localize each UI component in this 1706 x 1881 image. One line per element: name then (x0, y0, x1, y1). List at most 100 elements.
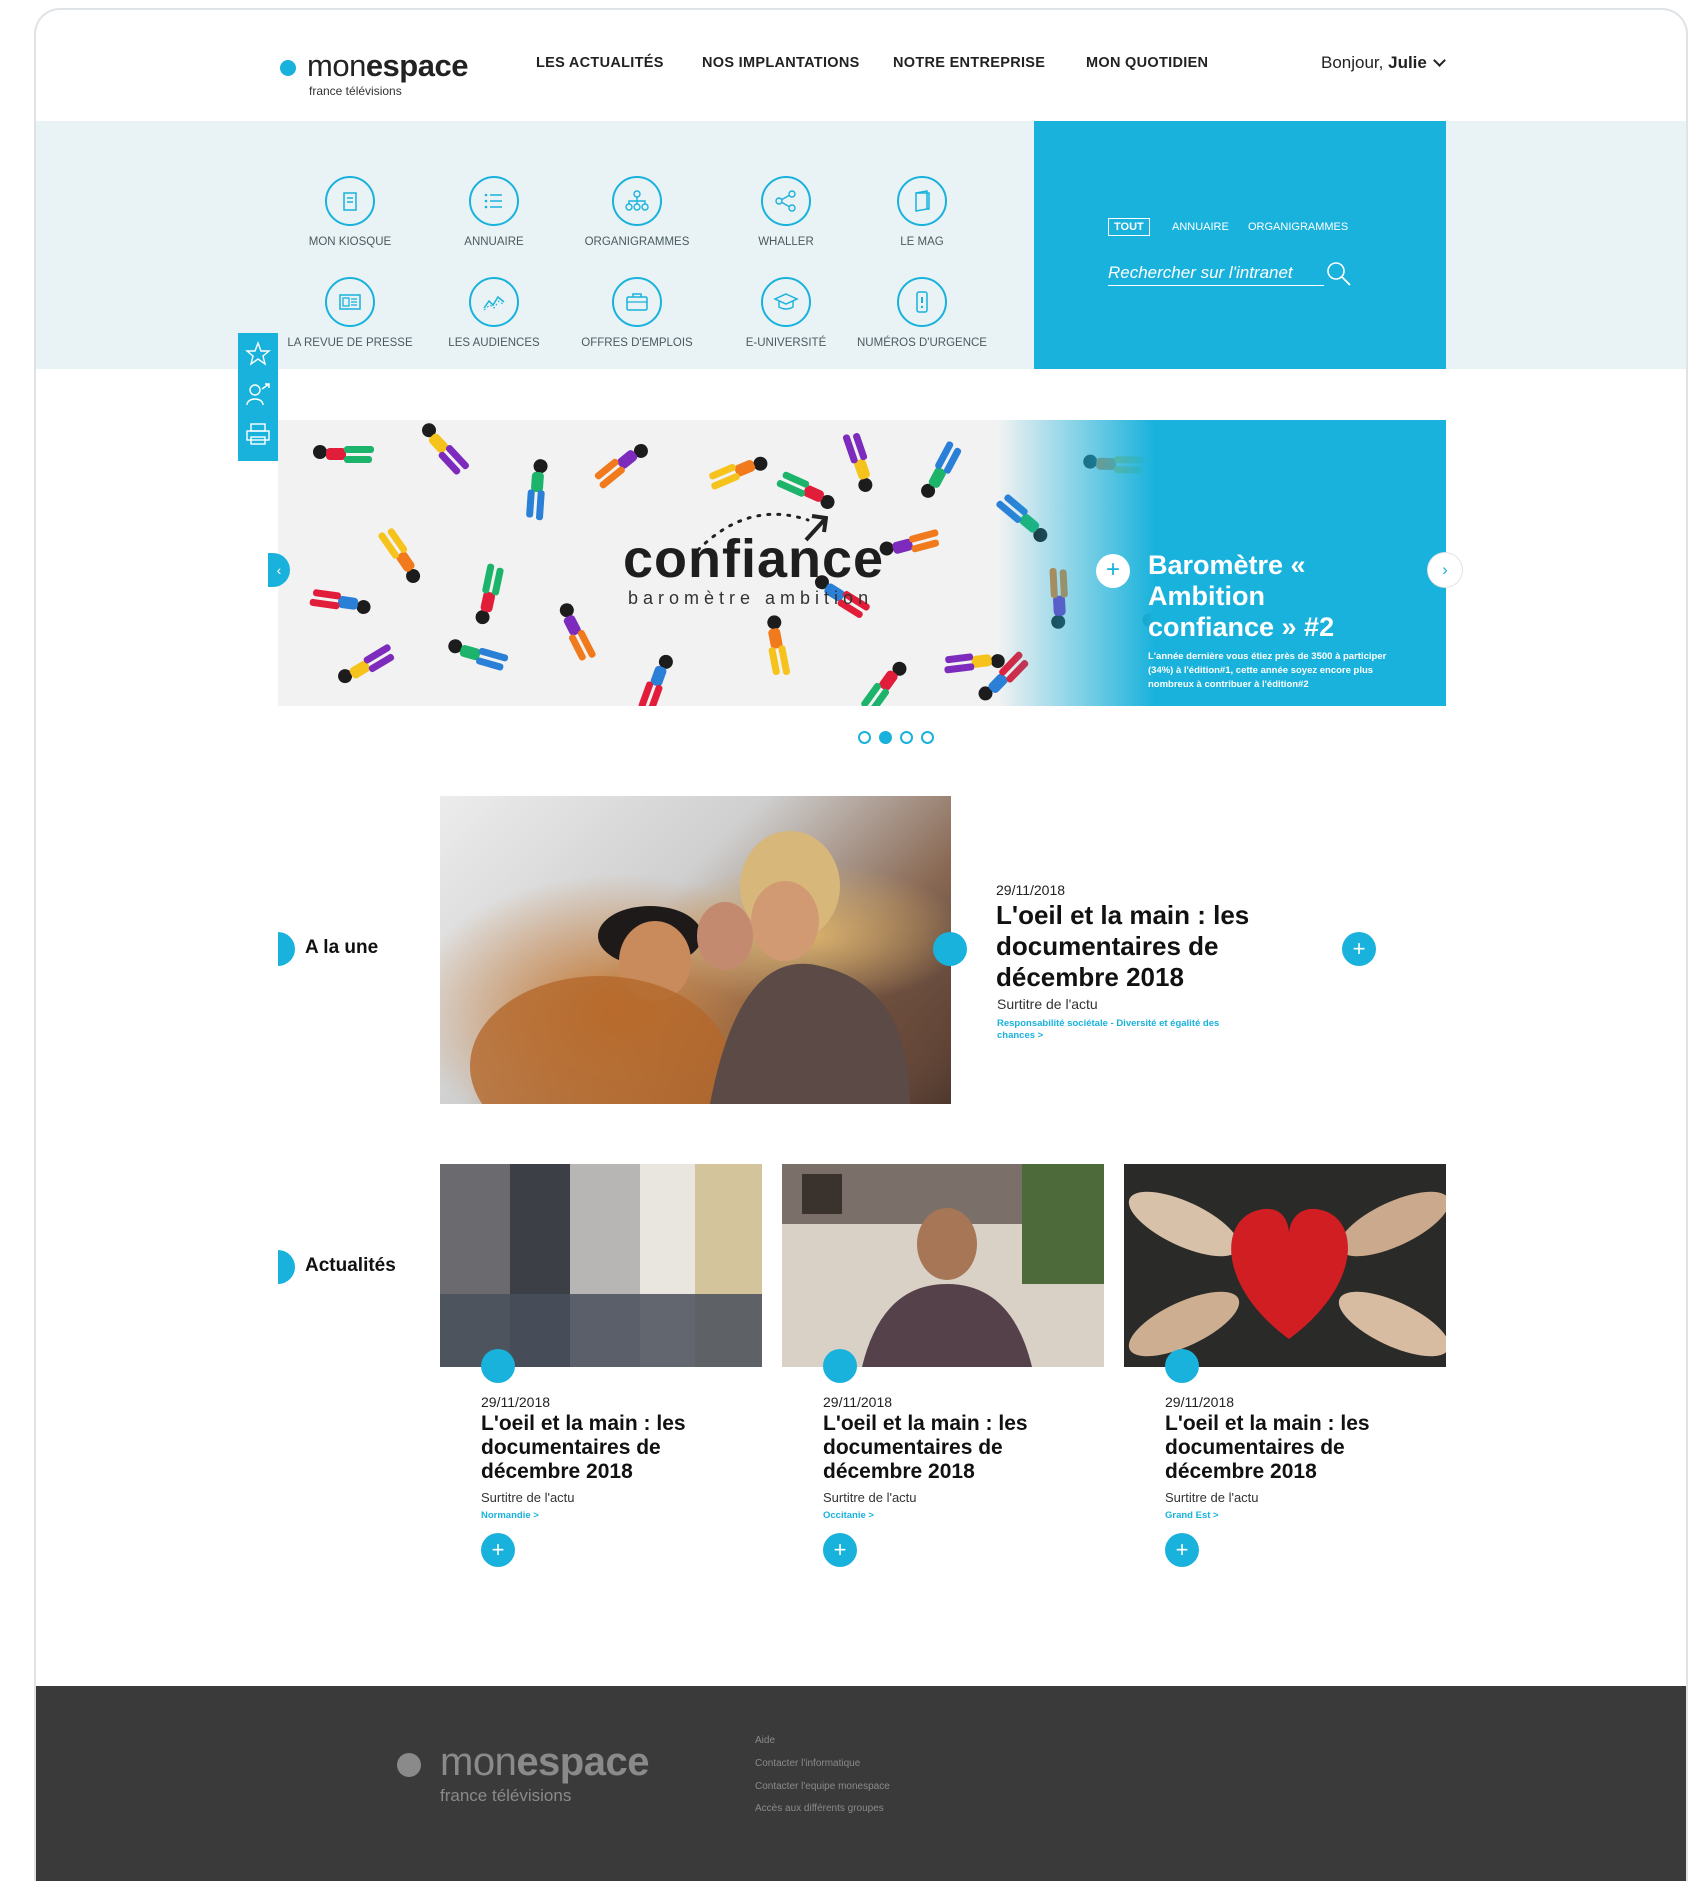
hero-title[interactable]: Baromètre « Ambition confiance » #2 (1148, 550, 1398, 643)
magazine-icon (915, 190, 930, 212)
footer-link-groupes[interactable]: Accès aux différents groupes (755, 1803, 884, 1814)
une-subtitle: Surtitre de l'actu (997, 996, 1098, 1012)
hero-figure (338, 644, 408, 706)
hero-figure (838, 650, 908, 706)
hero-figure (608, 650, 678, 706)
news-card-date: 29/11/2018 (481, 1394, 551, 1410)
une-plus-button[interactable]: + (1342, 932, 1376, 966)
user-menu[interactable]: Bonjour, Julie (1321, 53, 1446, 73)
section-title: A la une (305, 937, 379, 958)
news-card-subtitle: Surtitre de l'actu (1165, 1490, 1259, 1505)
star-icon[interactable] (245, 341, 271, 367)
news-card-title[interactable]: L'oeil et la main : les documentaires de… (823, 1412, 1043, 1484)
hero-figure (528, 603, 598, 671)
news-card-title[interactable]: L'oeil et la main : les documentaires de… (1165, 1412, 1385, 1484)
news-card-image[interactable] (440, 1164, 762, 1367)
group-photo (440, 1164, 762, 1367)
tool-circle (761, 176, 811, 226)
news-card-dot (481, 1349, 515, 1383)
news-card-date: 29/11/2018 (823, 1394, 893, 1410)
footer-logo-subtitle: france télévisions (440, 1786, 572, 1805)
footer-link-informatique[interactable]: Contacter l'informatique (755, 1758, 860, 1769)
news-card-category[interactable]: Grand Est > (1165, 1510, 1219, 1521)
section-title: Actualités (305, 1255, 396, 1276)
carousel-next-button[interactable]: › (1428, 553, 1462, 587)
une-photo (470, 831, 910, 1104)
hero-carousel[interactable]: confiance baromètre ambition + Baromètre… (278, 420, 1446, 706)
tool-organigrammes[interactable]: ORGANIGRAMMES (557, 176, 717, 248)
tool-offres-d-emplois[interactable]: OFFRES D'EMPLOIS (557, 277, 717, 349)
news-card-plus-button[interactable]: + (823, 1533, 857, 1567)
footer: monespace france télévisions Aide Contac… (36, 1686, 1686, 1881)
une-image[interactable] (440, 796, 951, 1104)
hero-plus-button[interactable]: + (1096, 554, 1130, 588)
quick-sidebar (238, 333, 278, 461)
footer-link-aide[interactable]: Aide (755, 1735, 775, 1746)
news-card[interactable]: 29/11/2018 L'oeil et la main : les docum… (440, 1164, 762, 1567)
tool-circle (897, 176, 947, 226)
logo-dot (280, 60, 296, 76)
chart-icon (483, 295, 505, 311)
tool-label: LA REVUE DE PRESSE (287, 337, 413, 349)
une-title[interactable]: L'oeil et la main : les documentaires de… (996, 900, 1296, 993)
tool-le-mag[interactable]: LE MAG (842, 176, 1002, 248)
logo-subtitle: france télévisions (309, 84, 402, 98)
news-card-plus-button[interactable]: + (481, 1533, 515, 1567)
section-marker (278, 1250, 295, 1284)
filter-annuaire[interactable]: ANNUAIRE (1172, 221, 1229, 233)
carousel-dot[interactable] (858, 731, 871, 744)
footer-link-equipe[interactable]: Contacter l'equipe monespace (755, 1781, 890, 1792)
carousel-dot[interactable] (879, 731, 892, 744)
news-card-image[interactable] (1124, 1164, 1446, 1367)
search-icon[interactable] (1326, 261, 1352, 287)
hero-figure (918, 441, 988, 511)
news-card-plus-button[interactable]: + (1165, 1533, 1199, 1567)
tool-label: NUMÉROS D'URGENCE (857, 337, 987, 349)
tool-circle (897, 277, 947, 327)
nav-entreprise[interactable]: NOTRE ENTREPRISE (893, 55, 1045, 71)
nav-actualites[interactable]: LES ACTUALITÉS (536, 55, 664, 71)
tool-la-revue-de-presse[interactable]: LA REVUE DE PRESSE (270, 277, 430, 349)
section-marker (278, 932, 295, 966)
filter-tout[interactable]: TOUT (1108, 218, 1150, 236)
confiance-subtitle: baromètre ambition (628, 588, 874, 608)
news-card-date: 29/11/2018 (1165, 1394, 1235, 1410)
tool-annuaire[interactable]: ANNUAIRE (414, 176, 574, 248)
hero-figure (578, 425, 648, 489)
share-icon (775, 190, 796, 212)
tool-les-audiences[interactable]: LES AUDIENCES (414, 277, 574, 349)
tool-circle (612, 176, 662, 226)
search-input[interactable] (1108, 263, 1324, 286)
print-icon[interactable] (245, 421, 271, 447)
chevron-down-icon (1433, 54, 1446, 67)
hero-description: L'année dernière vous étiez près de 3500… (1148, 651, 1387, 690)
une-category-link[interactable]: Responsabilité sociétale - Diversité et … (997, 1018, 1227, 1042)
tool-mon-kiosque[interactable]: MON KIOSQUE (270, 176, 430, 248)
tool-circle (761, 277, 811, 327)
phone-icon (916, 291, 928, 313)
tool-circle (325, 176, 375, 226)
news-card[interactable]: 29/11/2018 L'oeil et la main : les docum… (782, 1164, 1104, 1567)
hero-figure (698, 430, 768, 491)
graduation-cap-icon (773, 293, 799, 310)
tool-label: ANNUAIRE (464, 236, 524, 248)
tool-label: OFFRES D'EMPLOIS (581, 337, 693, 349)
user-share-icon[interactable] (245, 381, 271, 407)
tool-numéros-d-urgence[interactable]: NUMÉROS D'URGENCE (842, 277, 1002, 349)
news-card-image[interactable] (782, 1164, 1104, 1367)
list-icon (484, 193, 502, 209)
tool-circle (612, 277, 662, 327)
nav-implantations[interactable]: NOS IMPLANTATIONS (702, 55, 860, 71)
nav-quotidien[interactable]: MON QUOTIDIEN (1086, 55, 1208, 71)
carousel-dot[interactable] (921, 731, 934, 744)
man-photo (782, 1164, 1104, 1367)
news-card-category[interactable]: Normandie > (481, 1510, 539, 1521)
news-card[interactable]: 29/11/2018 L'oeil et la main : les docum… (1124, 1164, 1446, 1567)
carousel-dot[interactable] (900, 731, 913, 744)
tool-label: ORGANIGRAMMES (584, 236, 690, 248)
news-card-category[interactable]: Occitanie > (823, 1510, 874, 1521)
hero-figure (878, 529, 948, 591)
news-card-title[interactable]: L'oeil et la main : les documentaires de… (481, 1412, 701, 1484)
hero-figure (378, 520, 448, 584)
filter-organigrammes[interactable]: ORGANIGRAMMES (1248, 221, 1348, 233)
